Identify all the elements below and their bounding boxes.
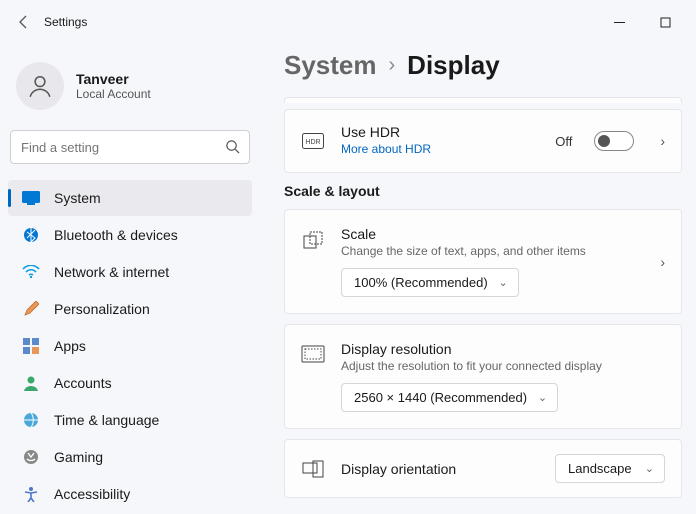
sidebar-item-accounts[interactable]: Accounts xyxy=(8,365,252,401)
accessibility-icon xyxy=(22,485,40,503)
person-icon xyxy=(27,73,53,99)
sidebar: Tanveer Local Account System Bluetooth &… xyxy=(0,44,260,514)
scale-icon xyxy=(301,230,325,252)
sidebar-item-apps[interactable]: Apps xyxy=(8,328,252,364)
sidebar-item-system[interactable]: System xyxy=(8,180,252,216)
minimize-button[interactable] xyxy=(596,7,642,37)
sidebar-item-time[interactable]: Time & language xyxy=(8,402,252,438)
hdr-toggle[interactable] xyxy=(594,131,634,151)
profile-block[interactable]: Tanveer Local Account xyxy=(4,54,256,118)
hdr-toggle-state: Off xyxy=(555,134,572,149)
hdr-title: Use HDR xyxy=(341,124,539,140)
main-panel: System › Display HDR Use HDR More about … xyxy=(260,44,696,514)
apps-icon xyxy=(22,337,40,355)
resolution-dropdown[interactable]: 2560 × 1440 (Recommended) ⌄ xyxy=(341,383,558,412)
back-button[interactable] xyxy=(8,6,40,38)
maximize-button[interactable] xyxy=(642,7,688,37)
sidebar-item-accessibility[interactable]: Accessibility xyxy=(8,476,252,512)
brush-icon xyxy=(22,300,40,318)
arrow-left-icon xyxy=(16,14,32,30)
profile-name: Tanveer xyxy=(76,71,151,87)
chevron-down-icon: ⌄ xyxy=(645,462,654,475)
sidebar-item-label: Personalization xyxy=(54,301,150,317)
sidebar-item-label: Bluetooth & devices xyxy=(54,227,178,243)
sidebar-item-label: System xyxy=(54,190,101,206)
sidebar-item-label: Time & language xyxy=(54,412,159,428)
window-controls xyxy=(596,7,688,37)
chevron-down-icon: ⌄ xyxy=(538,391,547,404)
search-input[interactable] xyxy=(10,130,250,164)
hdr-card[interactable]: HDR Use HDR More about HDR Off › xyxy=(284,109,682,173)
breadcrumb-current: Display xyxy=(407,50,500,81)
hdr-icon: HDR xyxy=(301,133,325,149)
card-partial-top xyxy=(284,97,682,103)
sidebar-item-personalization[interactable]: Personalization xyxy=(8,291,252,327)
sidebar-item-label: Network & internet xyxy=(54,264,169,280)
chevron-right-icon: › xyxy=(660,133,665,149)
sidebar-item-label: Gaming xyxy=(54,449,103,465)
avatar xyxy=(16,62,64,110)
scale-sub: Change the size of text, apps, and other… xyxy=(341,244,634,258)
scale-value: 100% (Recommended) xyxy=(354,275,488,290)
orientation-dropdown[interactable]: Landscape ⌄ xyxy=(555,454,665,483)
profile-sub: Local Account xyxy=(76,87,151,101)
chevron-right-icon: › xyxy=(389,54,396,77)
resolution-sub: Adjust the resolution to fit your connec… xyxy=(341,359,665,373)
hdr-link[interactable]: More about HDR xyxy=(341,142,431,156)
resolution-card: Display resolution Adjust the resolution… xyxy=(284,324,682,429)
chevron-right-icon: › xyxy=(660,254,665,270)
clock-globe-icon xyxy=(22,411,40,429)
chevron-down-icon: ⌄ xyxy=(498,276,507,289)
sidebar-item-label: Accounts xyxy=(54,375,112,391)
orientation-icon xyxy=(301,460,325,478)
resolution-icon xyxy=(301,345,325,363)
resolution-title: Display resolution xyxy=(341,341,665,357)
sidebar-item-label: Apps xyxy=(54,338,86,354)
sidebar-item-gaming[interactable]: Gaming xyxy=(8,439,252,475)
sidebar-item-bluetooth[interactable]: Bluetooth & devices xyxy=(8,217,252,253)
search-container xyxy=(10,130,250,164)
svg-text:HDR: HDR xyxy=(305,139,320,146)
section-scale-layout: Scale & layout xyxy=(284,183,682,199)
titlebar: Settings xyxy=(0,0,696,44)
bluetooth-icon xyxy=(22,226,40,244)
search-icon xyxy=(225,139,240,159)
scale-title: Scale xyxy=(341,226,634,242)
breadcrumb: System › Display xyxy=(284,50,682,81)
system-icon xyxy=(22,189,40,207)
wifi-icon xyxy=(22,263,40,281)
orientation-title: Display orientation xyxy=(341,461,456,477)
account-icon xyxy=(22,374,40,392)
orientation-value: Landscape xyxy=(568,461,632,476)
sidebar-item-label: Accessibility xyxy=(54,486,130,502)
sidebar-item-network[interactable]: Network & internet xyxy=(8,254,252,290)
resolution-value: 2560 × 1440 (Recommended) xyxy=(354,390,527,405)
gaming-icon xyxy=(22,448,40,466)
scale-dropdown[interactable]: 100% (Recommended) ⌄ xyxy=(341,268,519,297)
scale-card[interactable]: Scale Change the size of text, apps, and… xyxy=(284,209,682,314)
breadcrumb-parent[interactable]: System xyxy=(284,50,377,81)
orientation-card: Display orientation Landscape ⌄ xyxy=(284,439,682,498)
nav-list: System Bluetooth & devices Network & int… xyxy=(4,180,256,512)
window-title: Settings xyxy=(44,15,87,29)
